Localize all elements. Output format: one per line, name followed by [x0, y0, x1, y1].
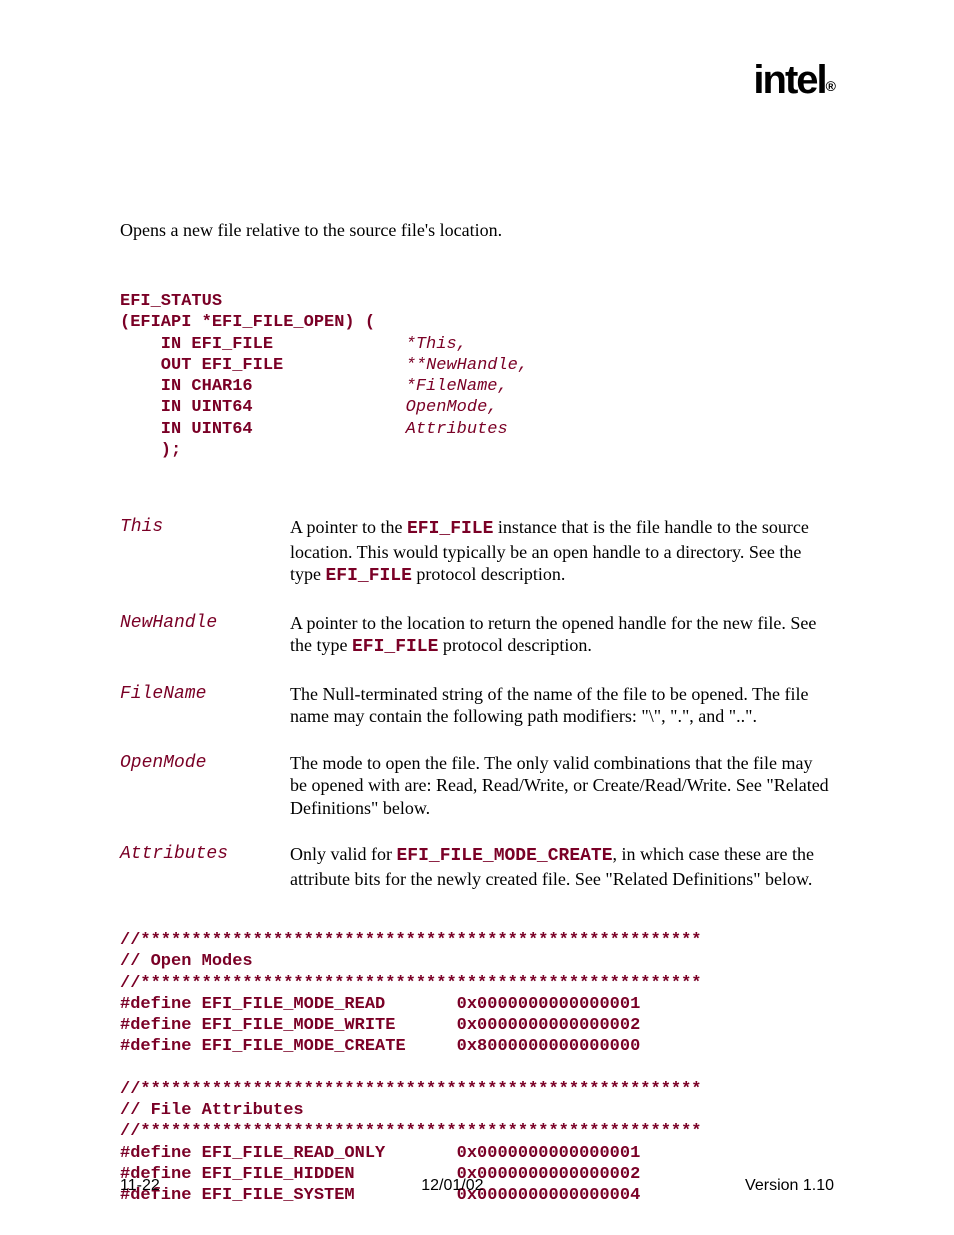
proto-l6b — [253, 398, 406, 417]
param-newhandle: NewHandle A pointer to the location to r… — [120, 612, 834, 659]
proto-l4b: ** — [283, 356, 426, 375]
proto-l7c: Attributes — [406, 420, 508, 439]
param-desc: A pointer to the location to return the … — [290, 612, 834, 659]
defs-l6: #define EFI_FILE_MODE_CREATE 0x800000000… — [120, 1037, 640, 1056]
param-desc: The mode to open the file. The only vali… — [290, 752, 834, 820]
proto-l1: EFI_STATUS — [120, 292, 222, 311]
param-desc: A pointer to the EFI_FILE instance that … — [290, 516, 834, 588]
param-this: This A pointer to the EFI_FILE instance … — [120, 516, 834, 588]
proto-l4c: NewHandle, — [426, 356, 528, 375]
proto-l3b: * — [273, 335, 416, 354]
parameters-section: This A pointer to the EFI_FILE instance … — [120, 516, 834, 890]
prototype-block: EFI_STATUS (EFIAPI *EFI_FILE_OPEN) ( IN … — [120, 291, 834, 461]
footer-page-num: 11-22 — [120, 1177, 160, 1195]
related-definitions: //**************************************… — [120, 930, 834, 1206]
content: Opens a new file relative to the source … — [120, 50, 834, 1206]
proto-l6a: IN UINT64 — [120, 398, 253, 417]
param-name: NewHandle — [120, 612, 290, 659]
param-name: OpenMode — [120, 752, 290, 820]
defs-l2: // Open Modes — [120, 952, 253, 971]
defs-l4: #define EFI_FILE_MODE_READ 0x00000000000… — [120, 995, 640, 1014]
defs-l3: //**************************************… — [120, 974, 702, 993]
proto-l5a: IN CHAR16 — [120, 377, 253, 396]
proto-l4a: OUT EFI_FILE — [120, 356, 283, 375]
param-desc: Only valid for EFI_FILE_MODE_CREATE, in … — [290, 843, 834, 890]
proto-l7a: IN UINT64 — [120, 420, 253, 439]
defs-l11: #define EFI_FILE_READ_ONLY 0x00000000000… — [120, 1144, 640, 1163]
param-desc: The Null-terminated string of the name o… — [290, 683, 834, 728]
footer-date: 12/01/02 — [421, 1177, 483, 1195]
param-name: Attributes — [120, 843, 290, 890]
param-filename: FileName The Null-terminated string of t… — [120, 683, 834, 728]
param-openmode: OpenMode The mode to open the file. The … — [120, 752, 834, 820]
intel-logo: intel® — [753, 58, 834, 103]
proto-l7b — [253, 420, 406, 439]
defs-l8: //**************************************… — [120, 1080, 702, 1099]
param-name: This — [120, 516, 290, 588]
param-attributes: Attributes Only valid for EFI_FILE_MODE_… — [120, 843, 834, 890]
defs-l5: #define EFI_FILE_MODE_WRITE 0x0000000000… — [120, 1016, 640, 1035]
proto-l5c: FileName, — [416, 377, 508, 396]
proto-l6c: OpenMode, — [406, 398, 498, 417]
defs-l9: // File Attributes — [120, 1101, 304, 1120]
proto-l8: ); — [120, 441, 181, 460]
proto-l2: (EFIAPI *EFI_FILE_OPEN) ( — [120, 313, 375, 332]
defs-l10: //**************************************… — [120, 1122, 702, 1141]
param-name: FileName — [120, 683, 290, 728]
defs-l1: //**************************************… — [120, 931, 702, 950]
summary-text: Opens a new file relative to the source … — [120, 220, 834, 241]
page-footer: 11-22 12/01/02 Version 1.10 — [120, 1177, 834, 1195]
proto-l3c: This, — [416, 335, 467, 354]
footer-version: Version 1.10 — [745, 1177, 834, 1195]
page: intel® Opens a new file relative to the … — [0, 0, 954, 1235]
proto-l5b: * — [253, 377, 416, 396]
proto-l3a: IN EFI_FILE — [120, 335, 273, 354]
